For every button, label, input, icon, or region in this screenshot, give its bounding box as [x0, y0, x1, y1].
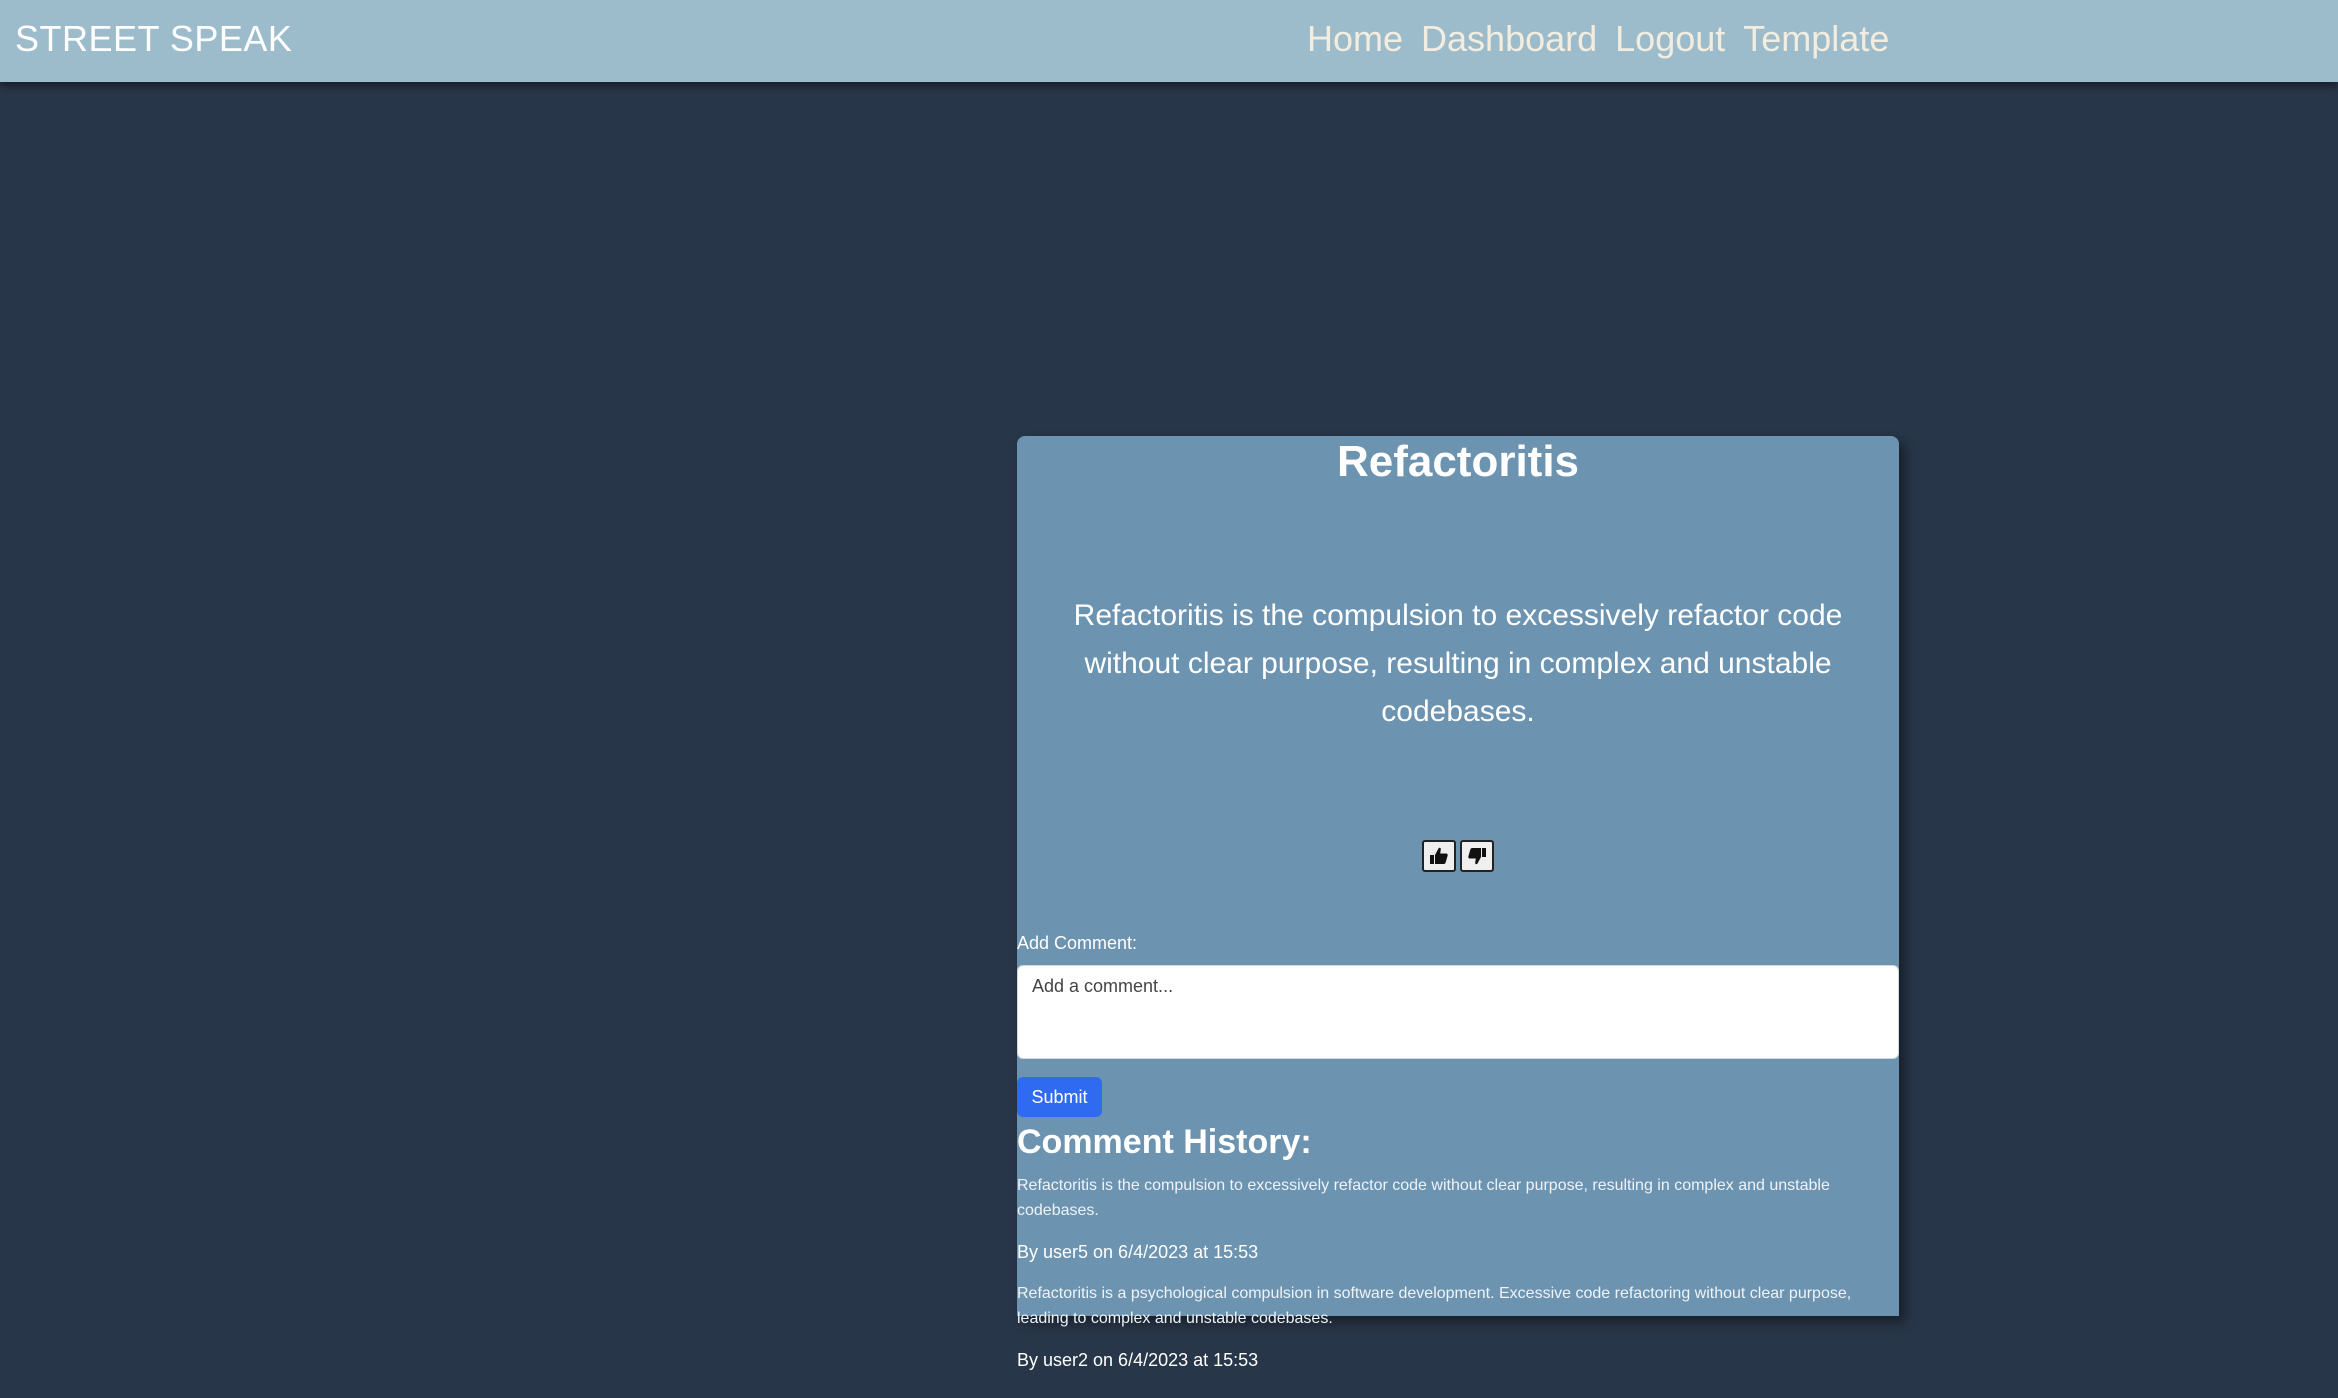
comment-item: Refactoritis is the compulsion to excess…: [1017, 1173, 1899, 1264]
navbar: STREET SPEAK Home Dashboard Logout Templ…: [0, 0, 2338, 82]
comment-item: Refactoritis is a psychological compulsi…: [1017, 1281, 1899, 1372]
post-card: Refactoritis Refactoritis is the compuls…: [1017, 436, 1899, 1370]
comment-history-title: Comment History:: [1017, 1123, 1312, 1161]
comment-text: Refactoritis is the compulsion to excess…: [1017, 1177, 1830, 1219]
add-comment-label: Add Comment:: [1017, 933, 1138, 953]
nav-link-home[interactable]: Home: [1307, 18, 1403, 60]
upvote-button[interactable]: [1422, 840, 1456, 872]
comment-history-list: Refactoritis is the compulsion to excess…: [1017, 1173, 1899, 1389]
nav-links: Home Dashboard Logout Template: [1307, 18, 1889, 60]
nav-link-template[interactable]: Template: [1743, 18, 1889, 60]
post-title: Refactoritis: [1336, 437, 1580, 486]
downvote-button[interactable]: [1460, 840, 1494, 872]
comment-meta: By user5 on 6/4/2023 at 15:53: [1017, 1242, 1259, 1262]
comment-text: Refactoritis is a psychological compulsi…: [1017, 1285, 1852, 1327]
post-definition: Refactoritis is the compulsion to excess…: [1073, 599, 1843, 728]
comment-meta: By user2 on 6/4/2023 at 15:53: [1017, 1350, 1259, 1370]
thumbs-up-icon: [1430, 847, 1448, 864]
vote-controls: [1017, 840, 1899, 872]
thumbs-down-icon: [1468, 848, 1486, 865]
comment-input[interactable]: [1017, 965, 1899, 1059]
nav-link-logout[interactable]: Logout: [1615, 18, 1725, 60]
nav-link-dashboard[interactable]: Dashboard: [1421, 18, 1597, 60]
submit-button[interactable]: Submit: [1017, 1077, 1102, 1117]
brand-logo[interactable]: STREET SPEAK: [15, 18, 292, 60]
